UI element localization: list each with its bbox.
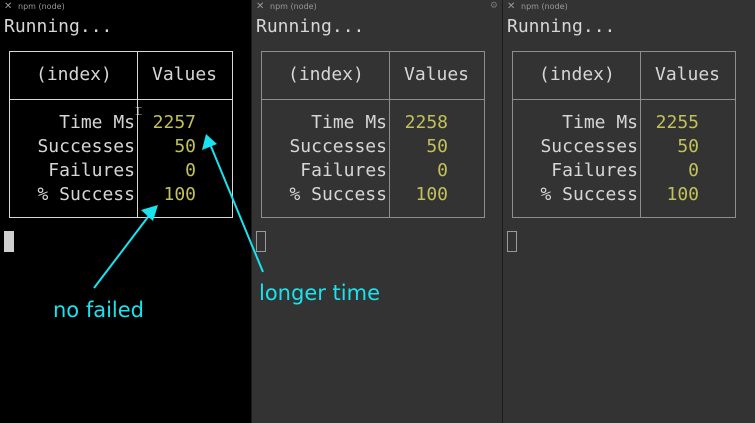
- terminal-tab-3[interactable]: ✕ npm (node): [503, 0, 755, 14]
- value-time-ms: 2255: [655, 112, 699, 133]
- row-label-percent-success: % Success: [289, 184, 387, 205]
- index-header: (index): [539, 64, 615, 85]
- status-text: Running...: [507, 16, 616, 37]
- row-label-time-ms: Time Ms: [562, 112, 638, 133]
- row-label-successes: Successes: [540, 136, 638, 157]
- row-label-time-ms: Time Ms: [311, 112, 387, 133]
- table-header-divider: [513, 99, 735, 100]
- table-row: Time Ms 2257: [10, 111, 232, 135]
- status-text: Running...: [4, 16, 113, 37]
- value-failures: 0: [688, 160, 699, 181]
- table-row: Successes 50: [262, 135, 484, 159]
- value-successes: 50: [677, 136, 699, 157]
- table-header-divider: [10, 99, 232, 100]
- tab-title: npm (node): [270, 2, 317, 11]
- value-percent-success: 100: [666, 184, 699, 205]
- text-cursor-ibeam-icon: ⌶: [135, 104, 143, 118]
- results-table: (index) Values Time Ms 2255 Successes 50 F…: [512, 51, 736, 218]
- value-successes: 50: [174, 136, 196, 157]
- table-row: Failures 0: [262, 159, 484, 183]
- results-table: (index) Values Time Ms 2258 Successes 50 F…: [261, 51, 485, 218]
- value-percent-success: 100: [415, 184, 448, 205]
- terminal-pane-1[interactable]: ✕ npm (node) Running... (index) Values T…: [0, 0, 251, 423]
- row-label-successes: Successes: [289, 136, 387, 157]
- terminal-pane-3[interactable]: ✕ npm (node) Running... (index) Values T…: [503, 0, 755, 423]
- results-table: (index) Values Time Ms 2257 Successes 50 F…: [9, 51, 233, 218]
- terminal-tab-1[interactable]: ✕ npm (node): [0, 0, 251, 14]
- value-time-ms: 2258: [404, 112, 448, 133]
- values-header: Values: [404, 64, 470, 85]
- close-icon[interactable]: ✕: [4, 1, 12, 13]
- index-header: (index): [36, 64, 112, 85]
- close-icon[interactable]: ✕: [507, 1, 515, 13]
- terminal-pane-2[interactable]: ✕ npm (node) ⚙ Running... (index) Values…: [252, 0, 502, 423]
- row-label-successes: Successes: [37, 136, 135, 157]
- table-header-divider: [262, 99, 484, 100]
- values-header: Values: [152, 64, 218, 85]
- annotation-no-failed: no failed: [53, 298, 145, 322]
- terminal-cursor: [256, 231, 266, 252]
- value-failures: 0: [185, 160, 196, 181]
- close-icon[interactable]: ✕: [256, 1, 264, 13]
- gear-icon[interactable]: ⚙: [490, 1, 498, 12]
- table-row: % Success 100: [262, 183, 484, 207]
- value-percent-success: 100: [163, 184, 196, 205]
- terminal-tab-2[interactable]: ✕ npm (node) ⚙: [252, 0, 502, 14]
- row-label-percent-success: % Success: [540, 184, 638, 205]
- row-label-failures: Failures: [551, 160, 638, 181]
- table-row: Time Ms 2255: [513, 111, 735, 135]
- row-label-time-ms: Time Ms: [59, 112, 135, 133]
- value-time-ms: 2257: [152, 112, 196, 133]
- row-label-percent-success: % Success: [37, 184, 135, 205]
- index-header: (index): [288, 64, 364, 85]
- table-row: Successes 50: [513, 135, 735, 159]
- row-label-failures: Failures: [48, 160, 135, 181]
- values-header: Values: [655, 64, 721, 85]
- table-row: Successes 50: [10, 135, 232, 159]
- table-row: Failures 0: [513, 159, 735, 183]
- value-failures: 0: [437, 160, 448, 181]
- tab-title: npm (node): [521, 2, 568, 11]
- tab-title: npm (node): [18, 2, 65, 11]
- status-text: Running...: [256, 16, 365, 37]
- annotation-longer-time: longer time: [259, 281, 380, 305]
- table-row: Failures 0: [10, 159, 232, 183]
- row-label-failures: Failures: [300, 160, 387, 181]
- value-successes: 50: [426, 136, 448, 157]
- terminal-cursor: [507, 231, 517, 252]
- terminal-cursor: [4, 231, 14, 252]
- table-row: Time Ms 2258: [262, 111, 484, 135]
- table-row: % Success 100: [513, 183, 735, 207]
- table-row: % Success 100: [10, 183, 232, 207]
